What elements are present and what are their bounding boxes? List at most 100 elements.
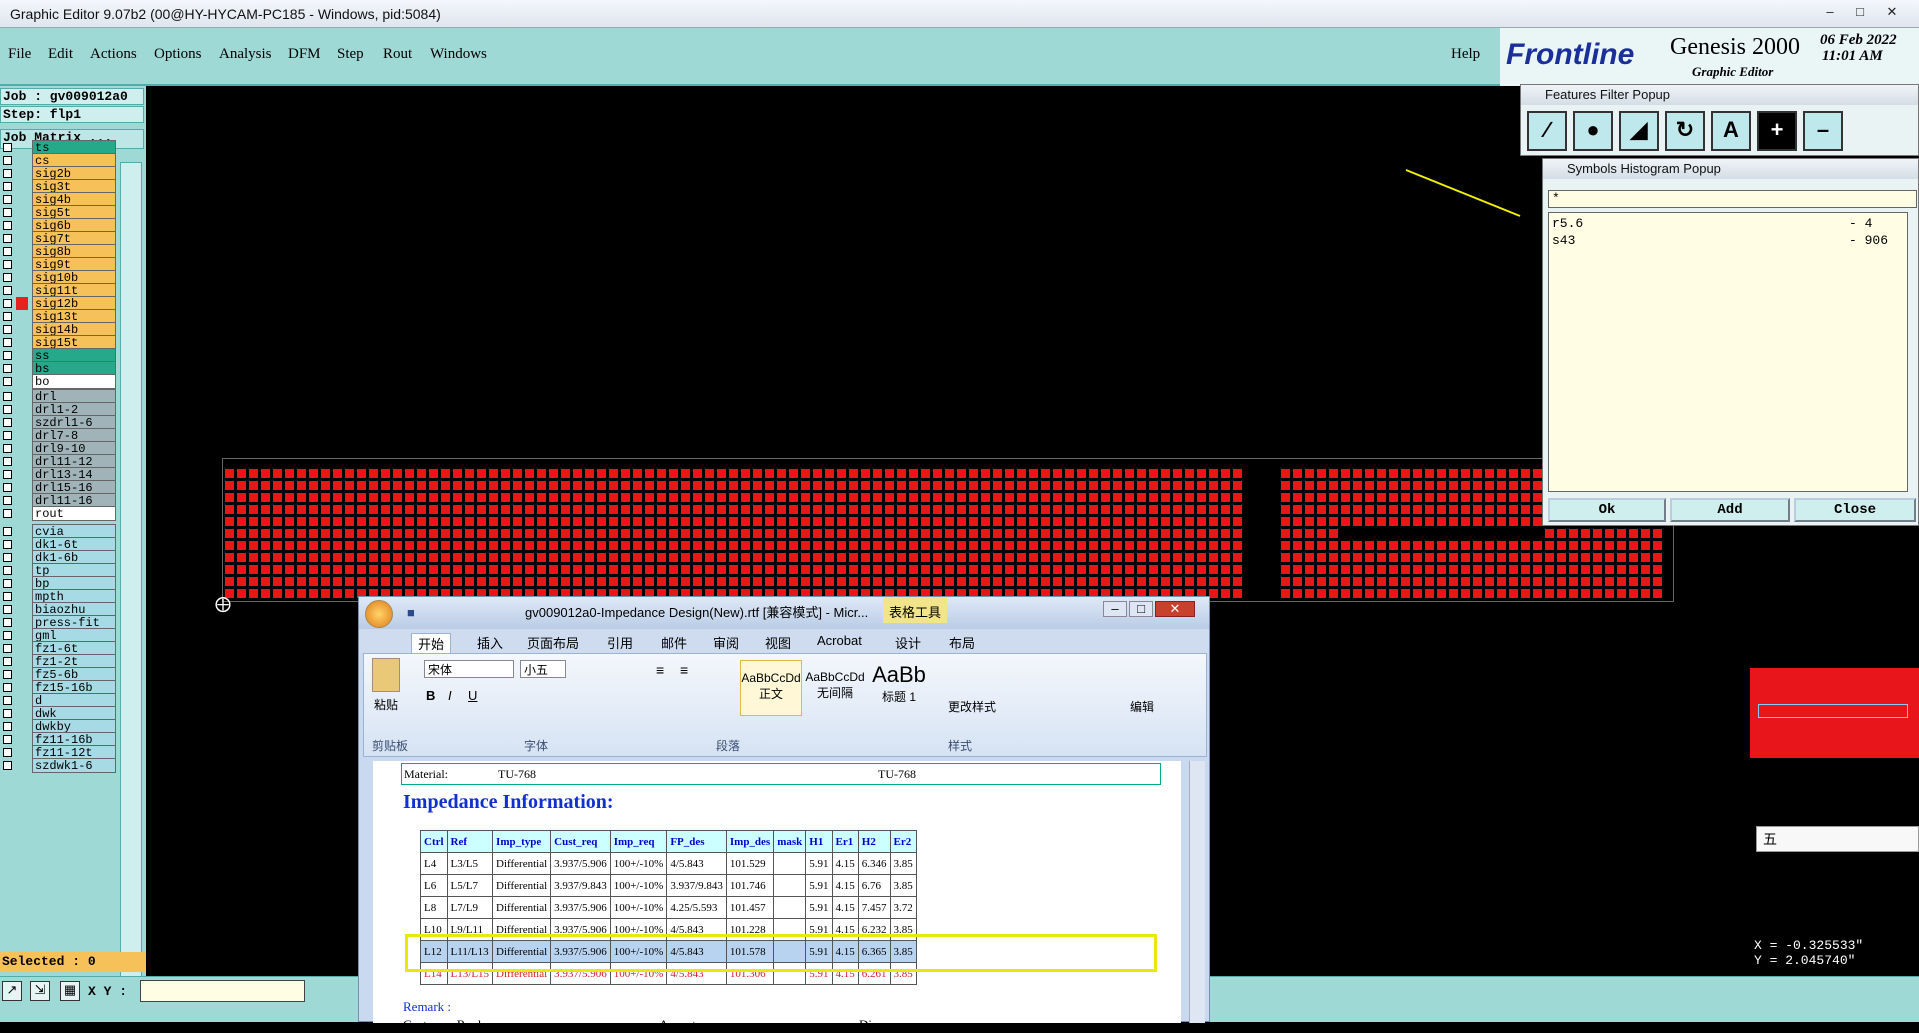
menu-file[interactable]: File [8, 46, 31, 63]
underline-button[interactable]: U [468, 688, 477, 703]
xy-input[interactable] [140, 980, 305, 1002]
layer-checkbox[interactable] [3, 247, 12, 256]
layer-checkbox[interactable] [3, 592, 12, 601]
layer-checkbox[interactable] [3, 644, 12, 653]
layer-checkbox[interactable] [3, 377, 12, 386]
layer-checkbox[interactable] [3, 618, 12, 627]
tab-insert[interactable]: 插入 [477, 633, 503, 652]
remove-tool-icon[interactable]: – [1803, 111, 1843, 151]
ime-toolbar[interactable]: 五 [1756, 826, 1919, 852]
layer-checkbox[interactable] [3, 470, 12, 479]
snap-icon[interactable]: ⇲ [30, 981, 50, 1001]
layer-checkbox[interactable] [3, 392, 12, 401]
add-tool-icon[interactable]: + [1757, 111, 1797, 151]
layer-checkbox[interactable] [3, 338, 12, 347]
layer-checkbox[interactable] [3, 579, 12, 588]
close-button[interactable]: ✕ [1878, 3, 1906, 23]
word-minimize-button[interactable]: – [1103, 601, 1127, 617]
ok-button[interactable]: Ok [1548, 498, 1666, 522]
menu-windows[interactable]: Windows [430, 46, 487, 63]
menu-step[interactable]: Step [337, 46, 364, 63]
arc-tool-icon[interactable]: ↻ [1665, 111, 1705, 151]
layer-name[interactable]: szdwk1-6 [32, 758, 116, 773]
layer-checkbox[interactable] [3, 143, 12, 152]
layer-checkbox[interactable] [3, 195, 12, 204]
symbol-list[interactable]: r5.6 - 4 s43 - 906 [1548, 212, 1908, 492]
layer-checkbox[interactable] [3, 631, 12, 640]
tab-page-layout[interactable]: 页面布局 [527, 633, 579, 652]
paste-label[interactable]: 粘贴 [374, 696, 398, 713]
menu-analysis[interactable]: Analysis [219, 46, 272, 63]
layer-checkbox[interactable] [3, 540, 12, 549]
layer-checkbox[interactable] [3, 483, 12, 492]
pad-tool-icon[interactable]: ● [1573, 111, 1613, 151]
tab-home[interactable]: 开始 [411, 633, 452, 654]
tab-acrobat[interactable]: Acrobat [817, 633, 862, 648]
layer-checkbox[interactable] [3, 709, 12, 718]
italic-button[interactable]: I [448, 688, 452, 703]
layer-name[interactable]: bo [32, 374, 116, 389]
layer-row-bo[interactable]: bo [0, 374, 118, 389]
word-maximize-button[interactable]: □ [1129, 601, 1153, 617]
layer-checkbox[interactable] [3, 509, 12, 518]
layer-checkbox[interactable] [3, 761, 12, 770]
bullets-icon[interactable]: ≡ [656, 662, 664, 678]
layer-checkbox[interactable] [3, 234, 12, 243]
line-tool-icon[interactable]: ∕ [1527, 111, 1567, 151]
table-row[interactable]: L6 L5/L7 Differential 3.937/9.843 100+/-10% 3… [420, 874, 917, 897]
layer-checkbox[interactable] [3, 553, 12, 562]
layer-checkbox[interactable] [3, 605, 12, 614]
maximize-button[interactable]: □ [1846, 3, 1874, 23]
layer-checkbox[interactable] [3, 696, 12, 705]
tab-mailings[interactable]: 邮件 [661, 633, 687, 652]
layer-scrollbar[interactable] [120, 162, 142, 1022]
layer-checkbox[interactable] [3, 208, 12, 217]
layer-checkbox[interactable] [3, 735, 12, 744]
tab-review[interactable]: 审阅 [713, 633, 739, 652]
menu-help[interactable]: Help [1451, 46, 1480, 63]
layer-checkbox[interactable] [3, 325, 12, 334]
tab-view[interactable]: 视图 [765, 633, 791, 652]
layer-checkbox[interactable] [3, 156, 12, 165]
layer-checkbox[interactable] [3, 182, 12, 191]
layer-checkbox[interactable] [3, 431, 12, 440]
layer-checkbox[interactable] [3, 299, 12, 308]
layer-checkbox[interactable] [3, 286, 12, 295]
layer-checkbox[interactable] [3, 748, 12, 757]
word-scrollbar[interactable] [1189, 761, 1205, 1023]
font-size-select[interactable]: 小五 [520, 660, 566, 678]
measure-icon[interactable]: ↗ [2, 981, 22, 1001]
surface-tool-icon[interactable]: ◢ [1619, 111, 1659, 151]
layer-row-rout[interactable]: rout [0, 506, 118, 521]
layer-checkbox[interactable] [3, 444, 12, 453]
quick-save-icon[interactable]: ■ [407, 597, 415, 629]
close-popup-button[interactable]: Close [1794, 498, 1916, 522]
layer-checkbox[interactable] [3, 457, 12, 466]
layer-checkbox[interactable] [3, 260, 12, 269]
tab-references[interactable]: 引用 [607, 633, 633, 652]
change-styles-button[interactable]: 更改样式 [948, 698, 996, 715]
word-close-button[interactable]: ✕ [1155, 601, 1195, 617]
layer-checkbox[interactable] [3, 683, 12, 692]
layer-checkbox[interactable] [3, 566, 12, 575]
office-button[interactable] [365, 600, 393, 628]
numbering-icon[interactable]: ≡ [680, 662, 688, 678]
layer-checkbox[interactable] [3, 670, 12, 679]
layer-checkbox[interactable] [3, 221, 12, 230]
menu-rout[interactable]: Rout [383, 46, 412, 63]
layer-checkbox[interactable] [3, 351, 12, 360]
layer-checkbox[interactable] [3, 273, 12, 282]
style-heading1[interactable]: AaBb 标题 1 [868, 660, 930, 716]
editing-button[interactable]: 编辑 [1130, 698, 1154, 715]
layer-checkbox[interactable] [3, 657, 12, 666]
table-row[interactable]: L8 L7/L9 Differential 3.937/5.906 100+/-10% 4… [420, 896, 917, 919]
symbol-filter-input[interactable]: * [1548, 190, 1917, 208]
menu-dfm[interactable]: DFM [288, 46, 321, 63]
table-row[interactable]: L4 L3/L5 Differential 3.937/5.906 100+/-10% 4… [420, 852, 917, 875]
layer-checkbox[interactable] [3, 364, 12, 373]
bold-button[interactable]: B [426, 688, 435, 703]
layer-name[interactable]: rout [32, 506, 116, 521]
grid-icon[interactable]: ▦ [60, 981, 80, 1001]
add-button[interactable]: Add [1670, 498, 1790, 522]
layer-checkbox[interactable] [3, 169, 12, 178]
